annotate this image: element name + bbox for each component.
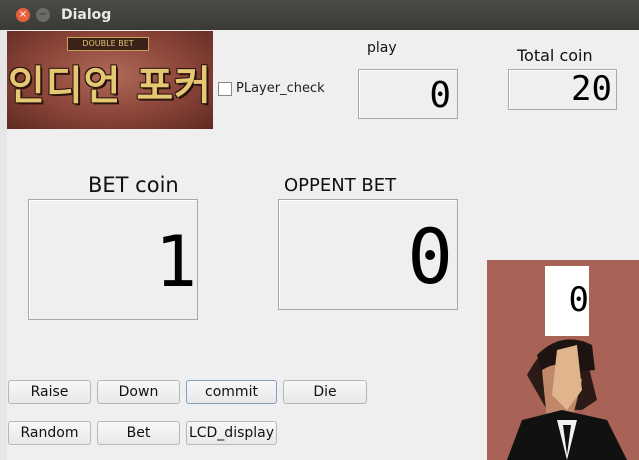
opponent-card-image: 0 — [487, 260, 639, 460]
logo-subtitle: DOUBLE BET — [67, 37, 149, 51]
raise-button[interactable]: Raise — [8, 380, 91, 404]
indian-poker-logo: DOUBLE BET 인디언 포커 — [7, 31, 213, 129]
bet-coin-lcd: 1 — [28, 199, 198, 320]
close-window-button[interactable]: × — [16, 8, 30, 22]
random-button[interactable]: Random — [8, 421, 91, 445]
minimize-window-button[interactable]: − — [36, 8, 50, 22]
player-check-label[interactable]: PLayer_check — [236, 81, 325, 96]
background-window-edge — [0, 30, 7, 460]
total-coin-label: Total coin — [517, 46, 593, 65]
bet-coin-lcd-value: 1 — [154, 221, 197, 303]
play-label: play — [367, 40, 397, 56]
window-titlebar: × − Dialog — [0, 0, 639, 30]
play-lcd-value: 0 — [429, 75, 451, 116]
window-title: Dialog — [61, 7, 112, 23]
die-button[interactable]: Die — [283, 380, 367, 404]
logo-title: 인디언 포커 — [8, 63, 212, 109]
bet-button[interactable]: Bet — [97, 421, 180, 445]
total-coin-lcd: 20 — [508, 69, 617, 110]
opponent-bet-label: OPPENT BET — [284, 175, 397, 196]
bet-coin-label: BET coin — [88, 173, 179, 197]
lcd-display-button[interactable]: LCD_display — [186, 421, 277, 445]
opponent-bet-lcd-value: 0 — [407, 212, 453, 301]
total-coin-lcd-value: 20 — [571, 69, 612, 109]
player-check-checkbox[interactable] — [218, 82, 232, 96]
opponent-bet-lcd: 0 — [278, 199, 458, 310]
play-lcd: 0 — [358, 69, 458, 119]
opponent-card-lcd-value: 0 — [568, 280, 589, 320]
down-button[interactable]: Down — [97, 380, 180, 404]
opponent-card-lcd: 0 — [545, 266, 589, 336]
commit-button[interactable]: commit — [186, 380, 277, 404]
